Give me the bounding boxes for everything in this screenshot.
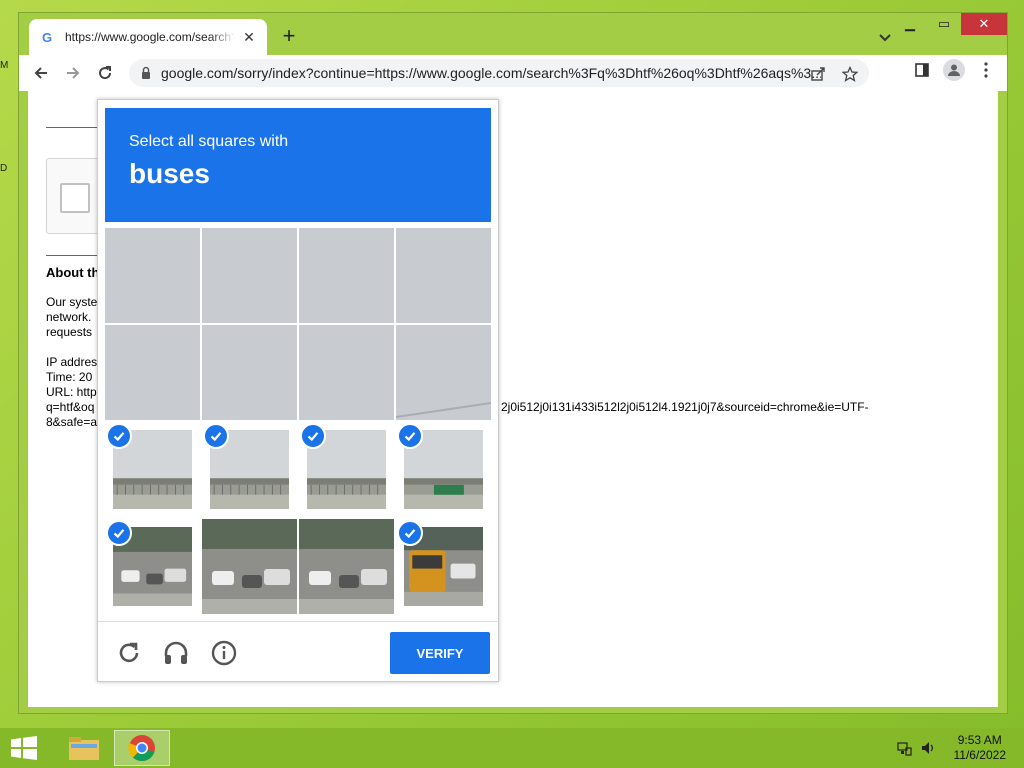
- captcha-tile[interactable]: [105, 519, 200, 614]
- captcha-footer: VERIFY: [98, 621, 498, 684]
- time-line: Time: 20: [46, 370, 93, 384]
- verify-button[interactable]: VERIFY: [390, 632, 490, 674]
- clock[interactable]: 9:53 AM 11/6/2022: [954, 733, 1007, 763]
- maximize-button[interactable]: ▭: [927, 13, 961, 35]
- captcha-instruction: Select all squares with: [129, 133, 289, 150]
- captcha-tile[interactable]: [396, 422, 491, 517]
- minimize-button[interactable]: ▁: [893, 13, 927, 35]
- browser-tab[interactable]: G https://www.google.com/search?q=htf ✕: [29, 19, 267, 55]
- captcha-tile[interactable]: [299, 519, 394, 614]
- back-button[interactable]: [27, 59, 55, 87]
- divider: [46, 127, 102, 128]
- system-text-line: network.: [46, 310, 92, 324]
- selected-checkmark-icon: [106, 423, 132, 449]
- volume-icon[interactable]: [920, 740, 936, 761]
- side-panel-icon[interactable]: [911, 59, 933, 81]
- captcha-tile[interactable]: [202, 325, 297, 420]
- lock-icon: [142, 66, 150, 79]
- selected-checkmark-icon: [300, 423, 326, 449]
- url-line: 8&safe=a: [46, 415, 98, 429]
- captcha-tile[interactable]: [202, 519, 297, 614]
- url-text: google.com/sorry/index?continue=https://…: [161, 65, 821, 81]
- window-controls: ▁ ▭ ✕: [893, 13, 1007, 35]
- audio-challenge-headphones-icon[interactable]: [161, 638, 191, 668]
- captcha-target-object: buses: [129, 158, 210, 189]
- system-tray: [896, 740, 936, 761]
- recaptcha-widget: [46, 158, 104, 234]
- chrome-taskbar-icon[interactable]: [114, 730, 170, 766]
- desktop-icon-fragment[interactable]: D: [0, 163, 8, 174]
- url-tail-line: 2j0i512j0i131i433i512l2j0i512l4.1921j0j7…: [501, 400, 869, 414]
- captcha-header: Select all squares with buses: [105, 108, 491, 222]
- recaptcha-checkbox[interactable]: [60, 183, 90, 213]
- forward-button[interactable]: [59, 59, 87, 87]
- selected-checkmark-icon: [397, 423, 423, 449]
- reload-button[interactable]: [91, 59, 119, 87]
- captcha-tile[interactable]: [202, 422, 297, 517]
- url-line: q=htf&oq: [46, 400, 95, 414]
- captcha-tile[interactable]: [299, 325, 394, 420]
- info-icon[interactable]: [209, 638, 239, 668]
- divider: [46, 255, 102, 256]
- captcha-tile[interactable]: [202, 228, 297, 323]
- tab-strip: G https://www.google.com/search?q=htf ✕ …: [19, 13, 1007, 55]
- about-heading: About th: [46, 265, 100, 280]
- reload-challenge-icon[interactable]: [114, 638, 144, 668]
- captcha-tile[interactable]: [396, 325, 491, 420]
- captcha-tile[interactable]: [396, 519, 491, 614]
- share-icon[interactable]: [807, 63, 829, 85]
- ip-address-line: IP addres: [46, 355, 98, 369]
- captcha-tile[interactable]: [396, 228, 491, 323]
- google-favicon-icon: G: [41, 29, 53, 45]
- url-line: URL: http: [46, 385, 97, 399]
- desktop-icon-fragment[interactable]: M: [0, 60, 8, 71]
- system-text-line: requests: [46, 325, 93, 339]
- menu-kebab-icon[interactable]: [975, 59, 997, 81]
- tab-title: https://www.google.com/search?q=htf: [65, 30, 235, 44]
- tab-search-chevron-icon[interactable]: [875, 27, 895, 47]
- windows-start-icon[interactable]: [10, 736, 38, 760]
- captcha-tile[interactable]: [299, 228, 394, 323]
- network-icon[interactable]: [896, 740, 912, 761]
- system-text-line: Our syste: [46, 295, 98, 309]
- captcha-tile[interactable]: [105, 422, 200, 517]
- selected-checkmark-icon: [397, 520, 423, 546]
- close-window-button[interactable]: ✕: [961, 13, 1007, 35]
- captcha-challenge: Select all squares with buses VERIFY: [97, 99, 499, 682]
- captcha-tile[interactable]: [299, 422, 394, 517]
- clock-date: 11/6/2022: [953, 748, 1007, 762]
- bookmark-star-icon[interactable]: [839, 63, 861, 85]
- browser-toolbar: google.com/sorry/index?continue=https://…: [19, 55, 1007, 91]
- close-tab-icon[interactable]: ✕: [241, 29, 257, 46]
- taskbar: 9:53 AM 11/6/2022: [0, 728, 1024, 768]
- captcha-tile[interactable]: [105, 228, 200, 323]
- selected-checkmark-icon: [203, 423, 229, 449]
- captcha-grid: [105, 228, 491, 614]
- address-bar[interactable]: google.com/sorry/index?continue=https://…: [129, 59, 869, 87]
- clock-time: 9:53 AM: [957, 733, 1002, 747]
- profile-avatar-icon[interactable]: [943, 59, 965, 81]
- new-tab-button[interactable]: +: [277, 25, 301, 49]
- selected-checkmark-icon: [106, 520, 132, 546]
- file-explorer-icon[interactable]: [56, 730, 112, 766]
- captcha-tile[interactable]: [105, 325, 200, 420]
